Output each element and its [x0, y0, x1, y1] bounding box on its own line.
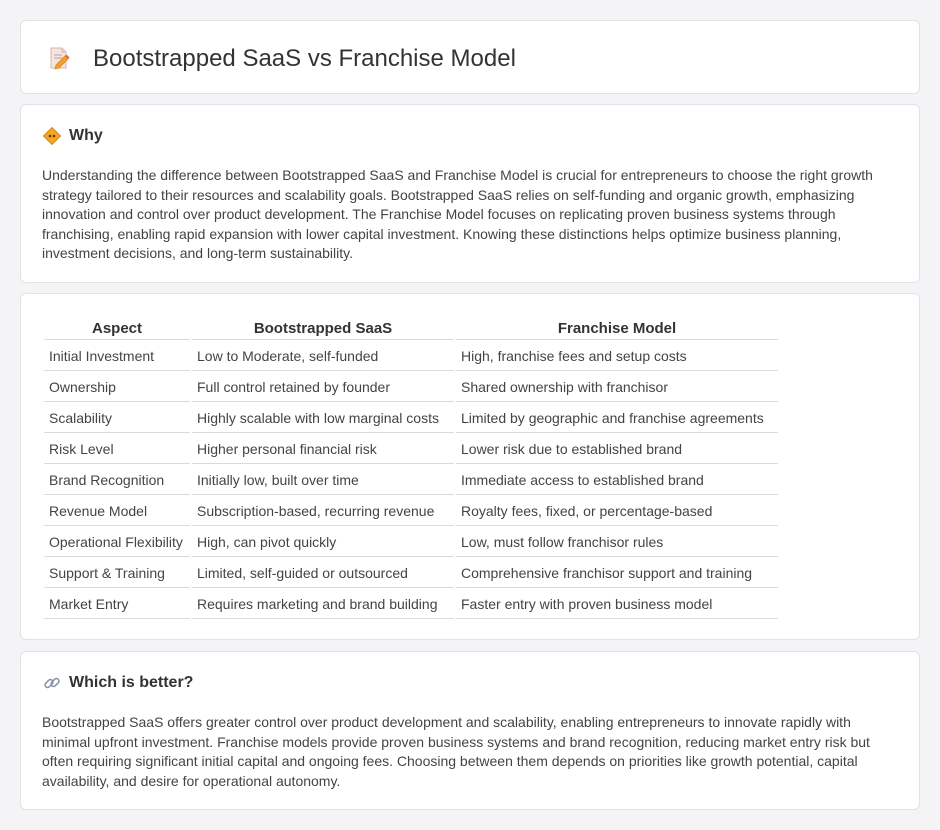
column-header-franchise-model: Franchise Model	[456, 316, 778, 340]
table-cell: High, can pivot quickly	[192, 528, 454, 557]
table-row: Revenue Model Subscription-based, recurr…	[44, 497, 778, 526]
table-cell: Faster entry with proven business model	[456, 590, 778, 619]
table-cell: High, franchise fees and setup costs	[456, 342, 778, 371]
table-cell: Higher personal financial risk	[192, 435, 454, 464]
table-cell: Limited by geographic and franchise agre…	[456, 404, 778, 433]
why-heading-row: Why	[43, 127, 103, 145]
table-cell: Subscription-based, recurring revenue	[192, 497, 454, 526]
table-cell: Initial Investment	[44, 342, 190, 371]
table-row: Support & Training Limited, self-guided …	[44, 559, 778, 588]
column-header-aspect: Aspect	[44, 316, 190, 340]
diamond-sign-icon	[43, 127, 61, 145]
table-cell: Shared ownership with franchisor	[456, 373, 778, 402]
table-cell: Scalability	[44, 404, 190, 433]
better-heading-row: Which is better?	[43, 674, 193, 692]
table-cell: Revenue Model	[44, 497, 190, 526]
table-cell: Risk Level	[44, 435, 190, 464]
table-cell: Immediate access to established brand	[456, 466, 778, 495]
why-section: Why Understanding the difference between…	[20, 104, 920, 283]
table-row: Scalability Highly scalable with low mar…	[44, 404, 778, 433]
table-cell: Ownership	[44, 373, 190, 402]
why-heading: Why	[69, 127, 103, 144]
table-cell: Limited, self-guided or outsourced	[192, 559, 454, 588]
table-cell: Highly scalable with low marginal costs	[192, 404, 454, 433]
table-cell: Full control retained by founder	[192, 373, 454, 402]
comparison-table-card: Aspect Bootstrapped SaaS Franchise Model…	[20, 293, 920, 640]
table-cell: Brand Recognition	[44, 466, 190, 495]
table-cell: Initially low, built over time	[192, 466, 454, 495]
link-icon	[44, 677, 60, 689]
better-text: Bootstrapped SaaS offers greater control…	[42, 714, 870, 789]
table-cell: Operational Flexibility	[44, 528, 190, 557]
table-cell: Low to Moderate, self-funded	[192, 342, 454, 371]
table-row: Ownership Full control retained by found…	[44, 373, 778, 402]
table-row: Operational Flexibility High, can pivot …	[44, 528, 778, 557]
table-cell: Royalty fees, fixed, or percentage-based	[456, 497, 778, 526]
document-pencil-icon	[50, 47, 70, 70]
why-text: Understanding the difference between Boo…	[42, 167, 873, 261]
table-cell: Lower risk due to established brand	[456, 435, 778, 464]
page-title: Bootstrapped SaaS vs Franchise Model	[93, 45, 516, 72]
table-cell: Support & Training	[44, 559, 190, 588]
table-cell: Comprehensive franchisor support and tra…	[456, 559, 778, 588]
which-is-better-section: Which is better? Bootstrapped SaaS offer…	[20, 651, 920, 810]
table-cell: Requires marketing and brand building	[192, 590, 454, 619]
table-row: Brand Recognition Initially low, built o…	[44, 466, 778, 495]
table-cell: Market Entry	[44, 590, 190, 619]
column-header-bootstrapped-saas: Bootstrapped SaaS	[192, 316, 454, 340]
comparison-table: Aspect Bootstrapped SaaS Franchise Model…	[42, 314, 780, 621]
table-row: Risk Level Higher personal financial ris…	[44, 435, 778, 464]
table-row: Initial Investment Low to Moderate, self…	[44, 342, 778, 371]
title-card: Bootstrapped SaaS vs Franchise Model	[20, 20, 920, 94]
table-header-row: Aspect Bootstrapped SaaS Franchise Model	[44, 316, 778, 340]
better-heading: Which is better?	[69, 674, 194, 691]
table-cell: Low, must follow franchisor rules	[456, 528, 778, 557]
table-row: Market Entry Requires marketing and bran…	[44, 590, 778, 619]
